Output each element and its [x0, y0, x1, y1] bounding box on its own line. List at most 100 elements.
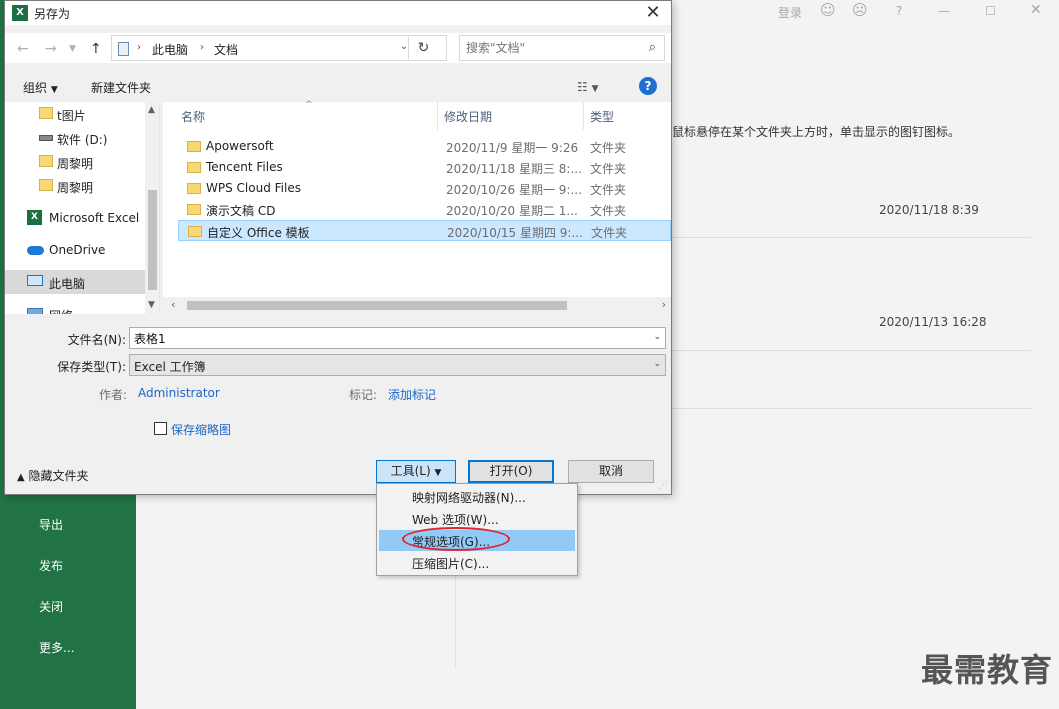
hide-folders-toggle[interactable]: ▲ 隐藏文件夹	[17, 467, 89, 484]
sidebar-item[interactable]: 此电脑	[5, 270, 145, 294]
sidebar-item[interactable]: t图片	[5, 102, 145, 126]
column-separator[interactable]	[437, 102, 438, 130]
help-icon[interactable]: ?	[639, 77, 657, 95]
menu-item-label: 压缩图片(C)...	[412, 557, 490, 571]
tags-field[interactable]: 添加标记	[388, 386, 436, 403]
breadcrumb-documents[interactable]: 文档	[214, 41, 238, 58]
organize-button[interactable]: 组织 ▼	[23, 79, 58, 96]
nav-export[interactable]: 导出	[39, 516, 63, 533]
scroll-down-icon[interactable]: ▼	[148, 300, 155, 310]
folder-icon	[188, 226, 202, 237]
close-icon[interactable]: ✕	[1030, 2, 1042, 18]
scroll-right-icon[interactable]: ›	[662, 298, 666, 311]
excel-icon: X	[27, 210, 42, 225]
open-button[interactable]: 打开(O)	[468, 460, 554, 483]
view-options-icon[interactable]: ☷ ▼	[577, 80, 599, 94]
menu-item-label: 映射网络驱动器(N)...	[412, 491, 526, 505]
help-icon[interactable]: ?	[896, 4, 902, 18]
divider	[672, 350, 1031, 351]
scroll-up-icon[interactable]: ▲	[148, 105, 155, 115]
chevron-up-icon: ▲	[17, 472, 25, 483]
filename-input[interactable]	[134, 331, 614, 345]
folder-icon	[187, 183, 201, 194]
nav-close[interactable]: 关闭	[39, 598, 63, 615]
scroll-left-icon[interactable]: ‹	[171, 298, 175, 311]
chevron-down-icon[interactable]: ⌄	[653, 332, 661, 342]
back-arrow-icon[interactable]: ←	[17, 41, 29, 57]
frown-icon[interactable]: ☹	[852, 1, 868, 19]
excel-icon: X	[12, 5, 28, 21]
scrollbar-thumb[interactable]	[148, 190, 157, 290]
resize-grip-icon[interactable]: ⋰	[659, 481, 668, 491]
recent-dropdown-icon[interactable]: ▼	[69, 44, 76, 54]
divider	[672, 237, 1031, 238]
chevron-down-icon: ⌄	[653, 359, 661, 369]
file-row[interactable]: Apowersoft 2020/11/9 星期一 9:26 文件夹	[178, 136, 671, 157]
column-separator[interactable]	[583, 102, 584, 130]
breadcrumb-this-pc[interactable]: 此电脑	[152, 41, 188, 58]
folder-icon	[187, 141, 201, 152]
filename-combo: ⌄	[129, 327, 666, 349]
tools-button[interactable]: 工具(L) ▼	[376, 460, 456, 483]
minimize-icon[interactable]: —	[938, 4, 950, 18]
nav-scrollbar[interactable]: ▲ ▼	[145, 102, 159, 314]
column-header-name[interactable]: 名称	[181, 108, 205, 125]
sidebar-item[interactable]: 软件 (D:)	[5, 126, 145, 150]
scrollbar-thumb[interactable]	[187, 301, 567, 310]
pin-hint: 鼠标悬停在某个文件夹上方时，单击显示的图钉图标。	[672, 125, 961, 139]
menu-item-web-options[interactable]: Web 选项(W)...	[379, 508, 575, 529]
file-name: Apowersoft	[206, 139, 274, 153]
sidebar-item-label: 周黎明	[57, 157, 94, 171]
file-row[interactable]: Tencent Files 2020/11/18 星期三 8:... 文件夹	[178, 157, 671, 178]
file-type: 文件夹	[590, 141, 627, 155]
address-row: ← → ▼ ↑ › 此电脑 › 文档 ⌄ ↻ ⌕	[5, 33, 671, 63]
file-row[interactable]: WPS Cloud Files 2020/10/26 星期一 9:... 文件夹	[178, 178, 671, 199]
search-input[interactable]	[466, 41, 636, 55]
column-header-type[interactable]: 类型	[590, 108, 614, 125]
file-date: 2020/10/20 星期二 1...	[446, 204, 578, 218]
author-field[interactable]: Administrator	[138, 386, 220, 400]
file-list-scrollbar[interactable]: ‹ ›	[163, 297, 671, 314]
forward-arrow-icon[interactable]: →	[45, 41, 57, 57]
chevron-right-icon: ›	[137, 42, 141, 53]
save-thumbnail-label[interactable]: 保存缩略图	[171, 421, 231, 438]
drive-icon	[39, 135, 53, 141]
chevron-down-icon: ▼	[434, 468, 442, 478]
file-row-selected[interactable]: 自定义 Office 模板 2020/10/15 星期四 9:... 文件夹	[178, 220, 671, 241]
new-folder-button[interactable]: 新建文件夹	[91, 79, 151, 96]
column-header-date[interactable]: 修改日期	[444, 108, 492, 125]
chevron-down-icon[interactable]: ⌄	[400, 41, 408, 52]
search-box: ⌕	[459, 35, 665, 61]
menu-item-label: Web 选项(W)...	[412, 513, 499, 527]
sidebar-item-label: OneDrive	[49, 243, 106, 257]
dialog-title: 另存为	[34, 7, 71, 21]
maximize-icon[interactable]: ☐	[985, 4, 996, 18]
sidebar-item-label: 软件 (D:)	[57, 133, 108, 147]
sidebar-item[interactable]: OneDrive	[5, 238, 145, 262]
nav-publish[interactable]: 发布	[39, 557, 63, 574]
filetype-select[interactable]: Excel 工作簿 ⌄	[129, 354, 666, 376]
save-as-dialog: X 另存为 ✕ ← → ▼ ↑ › 此电脑 › 文档 ⌄ ↻ ⌕ 组织 ▼ 新建…	[4, 0, 672, 495]
smile-icon[interactable]: ☺	[820, 1, 836, 19]
sidebar-item[interactable]: X Microsoft Excel	[5, 206, 145, 230]
address-bar[interactable]: › 此电脑 › 文档 ⌄ ↻	[111, 35, 447, 61]
search-icon[interactable]: ⌕	[649, 40, 656, 55]
refresh-icon[interactable]: ↻	[408, 37, 438, 59]
tools-label: 工具(L)	[390, 464, 431, 478]
cancel-button[interactable]: 取消	[568, 460, 654, 483]
menu-item-compress-pictures[interactable]: 压缩图片(C)...	[379, 552, 575, 573]
file-date: 2020/10/15 星期四 9:...	[447, 226, 583, 240]
sidebar-item-label: 此电脑	[49, 277, 86, 291]
close-icon[interactable]: ✕	[643, 2, 663, 23]
chevron-right-icon: ›	[200, 42, 204, 53]
nav-more[interactable]: 更多...	[39, 639, 74, 656]
save-thumbnail-checkbox[interactable]	[154, 422, 167, 435]
sidebar-item[interactable]: 周黎明	[5, 174, 145, 198]
sidebar-item[interactable]: 网络	[5, 302, 145, 314]
sidebar-item[interactable]: 周黎明	[5, 150, 145, 174]
menu-item-map-network-drive[interactable]: 映射网络驱动器(N)...	[379, 486, 575, 507]
file-row[interactable]: 演示文稿 CD 2020/10/20 星期二 1... 文件夹	[178, 199, 671, 220]
recent-date: 2020/11/18 8:39	[879, 203, 979, 217]
up-arrow-icon[interactable]: ↑	[90, 41, 102, 57]
login-link[interactable]: 登录	[778, 4, 802, 21]
